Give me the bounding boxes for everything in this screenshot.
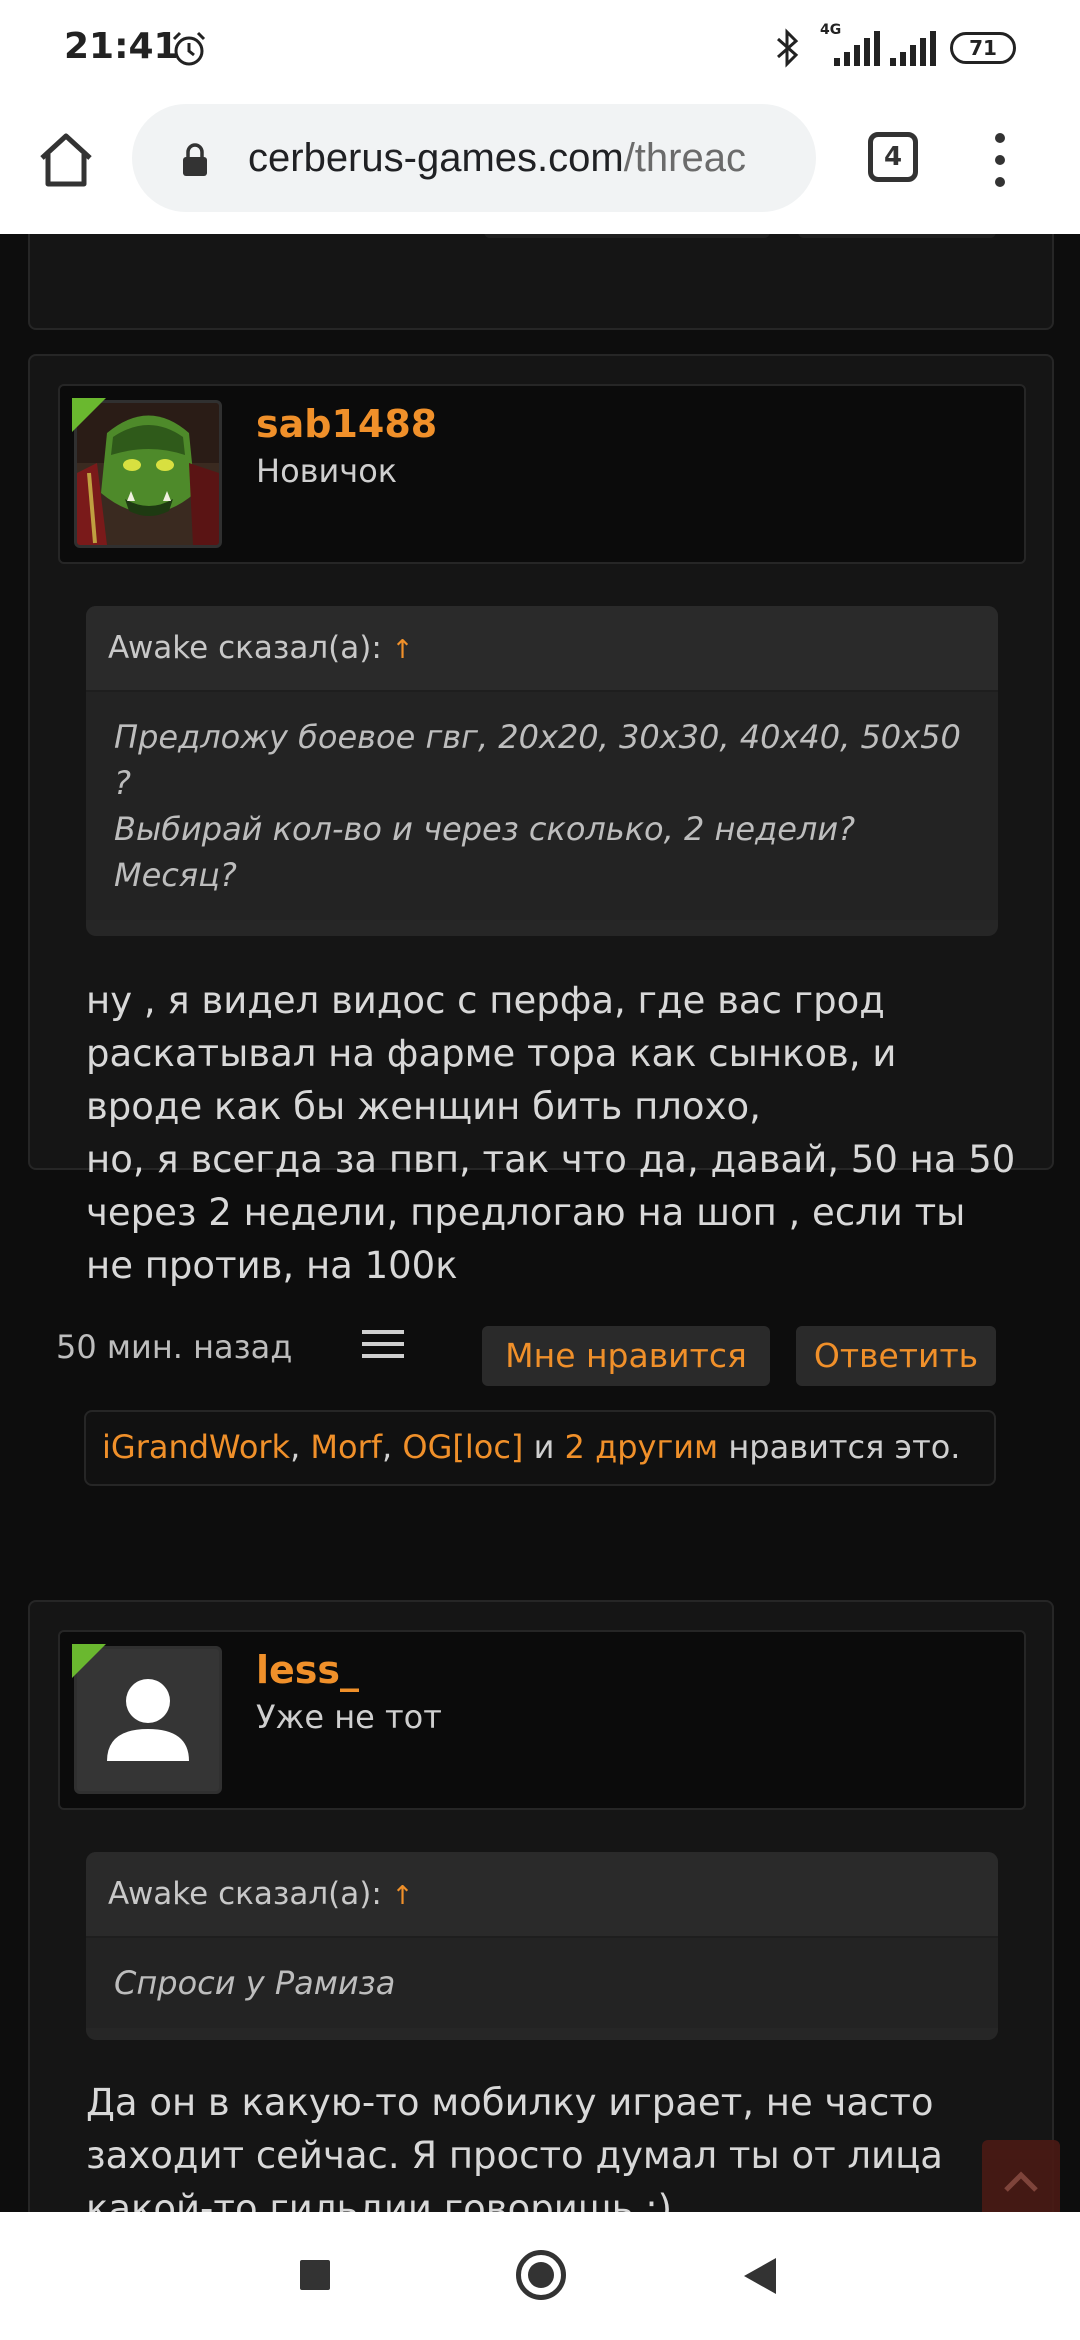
post-body: ну , я видел видос с перфа, где вас грод… bbox=[86, 974, 1016, 1292]
and-text: и bbox=[533, 1428, 555, 1466]
post-line: не против, на 100к bbox=[86, 1244, 458, 1287]
post-line: через 2 недели, предлогаю на шоп , если … bbox=[86, 1191, 966, 1234]
battery-level: 71 bbox=[969, 36, 997, 60]
quote-header: Awake сказал(а): ↑ bbox=[86, 606, 998, 692]
home-icon[interactable] bbox=[36, 130, 96, 190]
tab-switcher-button[interactable]: 4 bbox=[868, 132, 918, 182]
quote-jump-icon[interactable]: ↑ bbox=[392, 1881, 414, 1911]
reply-button[interactable]: Ответить bbox=[796, 1326, 996, 1386]
online-indicator bbox=[72, 398, 106, 432]
post: sab1488 Новичок Awake сказал(а): ↑ Предл… bbox=[28, 354, 1054, 1287]
alarm-icon bbox=[172, 31, 206, 66]
address-bar[interactable]: cerberus-games.com/threac bbox=[132, 104, 816, 212]
quote-line: Месяц? bbox=[114, 856, 237, 894]
home-button[interactable] bbox=[516, 2250, 566, 2300]
user-title: Новичок bbox=[256, 452, 398, 490]
quote-line: Спроси у Рамиза bbox=[114, 1964, 396, 2002]
status-time: 21:41 bbox=[64, 26, 179, 67]
liker-link[interactable]: Morf bbox=[310, 1428, 382, 1466]
post-timestamp[interactable]: 50 мин. назад bbox=[56, 1328, 292, 1366]
status-bar: 21:41 4G 71 bbox=[0, 0, 1080, 96]
post-line: ну , я видел видос с перфа, где вас грод bbox=[86, 979, 885, 1022]
post-line: раскатывал на фарме тора как сынков, и bbox=[86, 1032, 897, 1075]
recent-apps-button[interactable] bbox=[300, 2260, 330, 2290]
thread-content: sab1488 Новичок Awake сказал(а): ↑ Предл… bbox=[0, 234, 1080, 2212]
online-indicator bbox=[72, 1644, 106, 1678]
url-domain: cerberus-games.com bbox=[248, 136, 624, 180]
url-path: /threac bbox=[623, 136, 746, 180]
lock-icon bbox=[183, 143, 207, 176]
separator: , bbox=[290, 1428, 301, 1466]
quote-block: Awake сказал(а): ↑ Предложу боевое гвг, … bbox=[86, 606, 998, 936]
quote-header: Awake сказал(а): ↑ bbox=[86, 1852, 998, 1938]
signal-icon-2 bbox=[890, 31, 936, 66]
quote-line: Выбирай кол-во и через сколько, 2 недели… bbox=[114, 810, 856, 848]
quote-block: Awake сказал(а): ↑ Спроси у Рамиза bbox=[86, 1852, 998, 2040]
quote-body: Спроси у Рамиза bbox=[86, 1938, 998, 2028]
previous-reply-button[interactable] bbox=[798, 234, 996, 238]
username[interactable]: sab1488 bbox=[256, 402, 437, 446]
post-line: но, я всегда за пвп, так что да, давай, … bbox=[86, 1138, 1016, 1181]
quote-author[interactable]: Awake сказал(а): bbox=[108, 1876, 382, 1912]
back-button[interactable] bbox=[744, 2258, 776, 2294]
post: less_ Уже не тот Awake сказал(а): ↑ Спро… bbox=[28, 1600, 1054, 2212]
post-line: заходит сейчас. Я просто думал ты от лиц… bbox=[86, 2134, 943, 2177]
quote-body: Предложу боевое гвг, 20х20, 30х30, 40х40… bbox=[86, 692, 998, 920]
signal-icon bbox=[834, 31, 880, 66]
quote-line: Предложу боевое гвг, 20х20, 30х30, 40х40… bbox=[114, 718, 961, 756]
liker-link[interactable]: iGrandWork bbox=[102, 1428, 290, 1466]
likes-summary: iGrandWork, Morf, OG[loc] и 2 другим нра… bbox=[84, 1410, 996, 1486]
overflow-menu-icon[interactable] bbox=[990, 130, 1010, 190]
url-text: cerberus-games.com/threac bbox=[248, 136, 746, 181]
like-button[interactable]: Мне нравится bbox=[482, 1326, 770, 1386]
system-navigation-bar bbox=[0, 2212, 1080, 2340]
scroll-to-top-button[interactable] bbox=[982, 2140, 1060, 2212]
hamburger-menu-icon[interactable] bbox=[360, 1326, 406, 1362]
post-line: какой-то гильдии говоришь :) bbox=[86, 2187, 673, 2212]
liker-link[interactable]: OG[loc] bbox=[402, 1428, 523, 1466]
previous-post-tail bbox=[28, 234, 1054, 330]
user-info: less_ Уже не тот bbox=[58, 1630, 1026, 1810]
quote-author[interactable]: Awake сказал(а): bbox=[108, 630, 382, 666]
user-title: Уже не тот bbox=[256, 1698, 442, 1736]
others-link[interactable]: 2 другим bbox=[565, 1428, 719, 1466]
quote-line: ? bbox=[114, 764, 131, 802]
post-line: Да он в какую-то мобилку играет, не част… bbox=[86, 2081, 934, 2124]
quote-jump-icon[interactable]: ↑ bbox=[392, 635, 414, 665]
chevron-up-icon bbox=[1004, 2171, 1038, 2192]
post-body: Да он в какую-то мобилку играет, не част… bbox=[86, 2076, 1016, 2212]
browser-toolbar: cerberus-games.com/threac 4 bbox=[0, 96, 1080, 234]
username[interactable]: less_ bbox=[256, 1648, 359, 1692]
likes-suffix: нравится это. bbox=[728, 1428, 961, 1466]
battery-icon: 71 bbox=[950, 32, 1016, 64]
previous-like-button[interactable] bbox=[484, 234, 770, 238]
separator: , bbox=[382, 1428, 393, 1466]
post-line: вроде как бы женщин бить плохо, bbox=[86, 1085, 761, 1128]
home-button-dot bbox=[528, 2262, 554, 2288]
bluetooth-icon bbox=[777, 28, 799, 68]
user-info: sab1488 Новичок bbox=[58, 384, 1026, 564]
